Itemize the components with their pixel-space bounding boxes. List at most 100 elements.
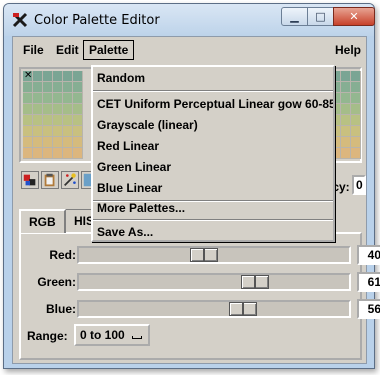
swatch-cell[interactable] — [33, 104, 43, 115]
swatch-cell[interactable] — [53, 93, 63, 104]
swatch-cell[interactable] — [53, 104, 63, 115]
paste-icon[interactable] — [41, 171, 59, 189]
swatch-cell[interactable] — [53, 137, 63, 148]
swatch-cell[interactable] — [33, 137, 43, 148]
swatch-cell[interactable] — [33, 93, 43, 104]
swatch-cell[interactable] — [63, 71, 73, 82]
swatch-cell[interactable] — [63, 115, 73, 126]
menu-help[interactable]: Help — [335, 43, 361, 57]
blue-value[interactable]: 56 — [357, 299, 380, 319]
swatch-cell[interactable] — [23, 115, 33, 126]
swatch-cell[interactable] — [43, 93, 53, 104]
swatch-cell[interactable] — [351, 126, 361, 137]
swatch-cell[interactable] — [73, 137, 83, 148]
swatch-cell[interactable] — [43, 137, 53, 148]
menu-item-blue-linear[interactable]: Blue Linear — [93, 178, 333, 198]
menu-separator — [93, 219, 333, 221]
swatch-cell[interactable] — [33, 126, 43, 137]
swatch-cell[interactable] — [341, 104, 351, 115]
swatch-cell[interactable] — [53, 126, 63, 137]
swatch-cell[interactable] — [341, 137, 351, 148]
swatch-grid-left[interactable] — [23, 71, 83, 159]
menu-edit[interactable]: Edit — [56, 43, 79, 57]
menu-file[interactable]: File — [23, 43, 44, 57]
title-bar[interactable]: Color Palette Editor ▁ □ ✕ — [4, 4, 375, 36]
swatch-cell[interactable] — [23, 137, 33, 148]
swatch-cell[interactable] — [53, 71, 63, 82]
swatch-cell[interactable] — [33, 148, 43, 159]
swatch-cell[interactable] — [43, 71, 53, 82]
red-value[interactable]: 40 — [357, 245, 380, 265]
swatch-cell[interactable] — [341, 93, 351, 104]
swatch-cell[interactable] — [63, 148, 73, 159]
transparency-field[interactable]: 0 — [352, 175, 366, 195]
blue-slider[interactable] — [77, 300, 351, 318]
swatch-cell[interactable] — [351, 93, 361, 104]
swatch-cell[interactable] — [73, 126, 83, 137]
swatch-cell[interactable] — [63, 93, 73, 104]
swatch-cell[interactable] — [33, 82, 43, 93]
menu-item-cet-palette[interactable]: CET Uniform Perceptual Linear gow 60-85 … — [93, 94, 333, 114]
tab-rgb[interactable]: RGB — [19, 209, 66, 233]
swatch-cell[interactable] — [63, 126, 73, 137]
swatch-cell[interactable] — [43, 82, 53, 93]
menu-item-save-as[interactable]: Save As... — [93, 222, 333, 242]
menu-item-green-linear[interactable]: Green Linear — [93, 157, 333, 177]
color-picker-icon[interactable] — [21, 171, 39, 189]
blue-slider-thumb[interactable] — [228, 302, 257, 316]
swatch-cell[interactable] — [73, 148, 83, 159]
swatch-cell[interactable] — [341, 71, 351, 82]
swatch-cell[interactable] — [351, 148, 361, 159]
swatch-cell[interactable] — [73, 93, 83, 104]
swatch-cell[interactable] — [63, 104, 73, 115]
swatch-cell[interactable] — [351, 82, 361, 93]
magic-wand-icon[interactable] — [61, 171, 79, 189]
range-label: Range: — [27, 329, 68, 343]
swatch-cell[interactable] — [73, 115, 83, 126]
swatch-cell[interactable] — [351, 104, 361, 115]
swatch-cell[interactable] — [351, 137, 361, 148]
swatch-cell[interactable] — [73, 82, 83, 93]
swatch-cell[interactable] — [23, 126, 33, 137]
swatch-cell[interactable] — [33, 71, 43, 82]
range-option-button[interactable]: 0 to 100 — [74, 324, 150, 346]
swatch-cell[interactable] — [23, 148, 33, 159]
swatch-cell[interactable] — [63, 82, 73, 93]
minimize-button[interactable]: ▁ — [281, 7, 308, 26]
swatch-cell[interactable] — [23, 82, 33, 93]
menu-item-red-linear[interactable]: Red Linear — [93, 136, 333, 156]
swatch-cell[interactable] — [23, 104, 33, 115]
red-slider-thumb[interactable] — [189, 248, 218, 262]
menu-palette[interactable]: Palette — [83, 40, 135, 60]
swatch-cell[interactable] — [43, 104, 53, 115]
close-button[interactable]: ✕ — [333, 7, 375, 26]
swatch-cell[interactable] — [43, 148, 53, 159]
color-palette-editor-window: Color Palette Editor ▁ □ ✕ File Edit Pal… — [3, 3, 380, 369]
menu-item-more-palettes[interactable]: More Palettes... — [93, 198, 333, 218]
swatch-cell[interactable] — [73, 104, 83, 115]
option-menu-indicator-icon — [132, 336, 142, 339]
swatch-cell[interactable] — [53, 115, 63, 126]
menu-item-grayscale[interactable]: Grayscale (linear) — [93, 115, 333, 135]
swatch-cell[interactable] — [53, 148, 63, 159]
swatch-cell[interactable] — [341, 148, 351, 159]
green-slider[interactable] — [77, 273, 351, 291]
swatch-cell[interactable] — [43, 126, 53, 137]
menu-item-random[interactable]: Random — [93, 68, 333, 88]
maximize-button[interactable]: □ — [307, 7, 334, 26]
swatch-cell[interactable] — [351, 115, 361, 126]
swatch-cell[interactable] — [63, 137, 73, 148]
swatch-cell[interactable] — [53, 82, 63, 93]
green-value[interactable]: 61 — [357, 272, 380, 292]
swatch-cell[interactable] — [341, 126, 351, 137]
swatch-cell[interactable] — [341, 82, 351, 93]
swatch-cell[interactable] — [23, 93, 33, 104]
swatch-cell[interactable] — [351, 71, 361, 82]
swatch-cell[interactable] — [43, 115, 53, 126]
green-slider-row: Green: 61 — [21, 271, 380, 293]
swatch-cell[interactable] — [33, 115, 43, 126]
red-slider[interactable] — [77, 246, 351, 264]
swatch-cell[interactable] — [73, 71, 83, 82]
green-slider-thumb[interactable] — [240, 275, 269, 289]
swatch-cell[interactable] — [341, 115, 351, 126]
